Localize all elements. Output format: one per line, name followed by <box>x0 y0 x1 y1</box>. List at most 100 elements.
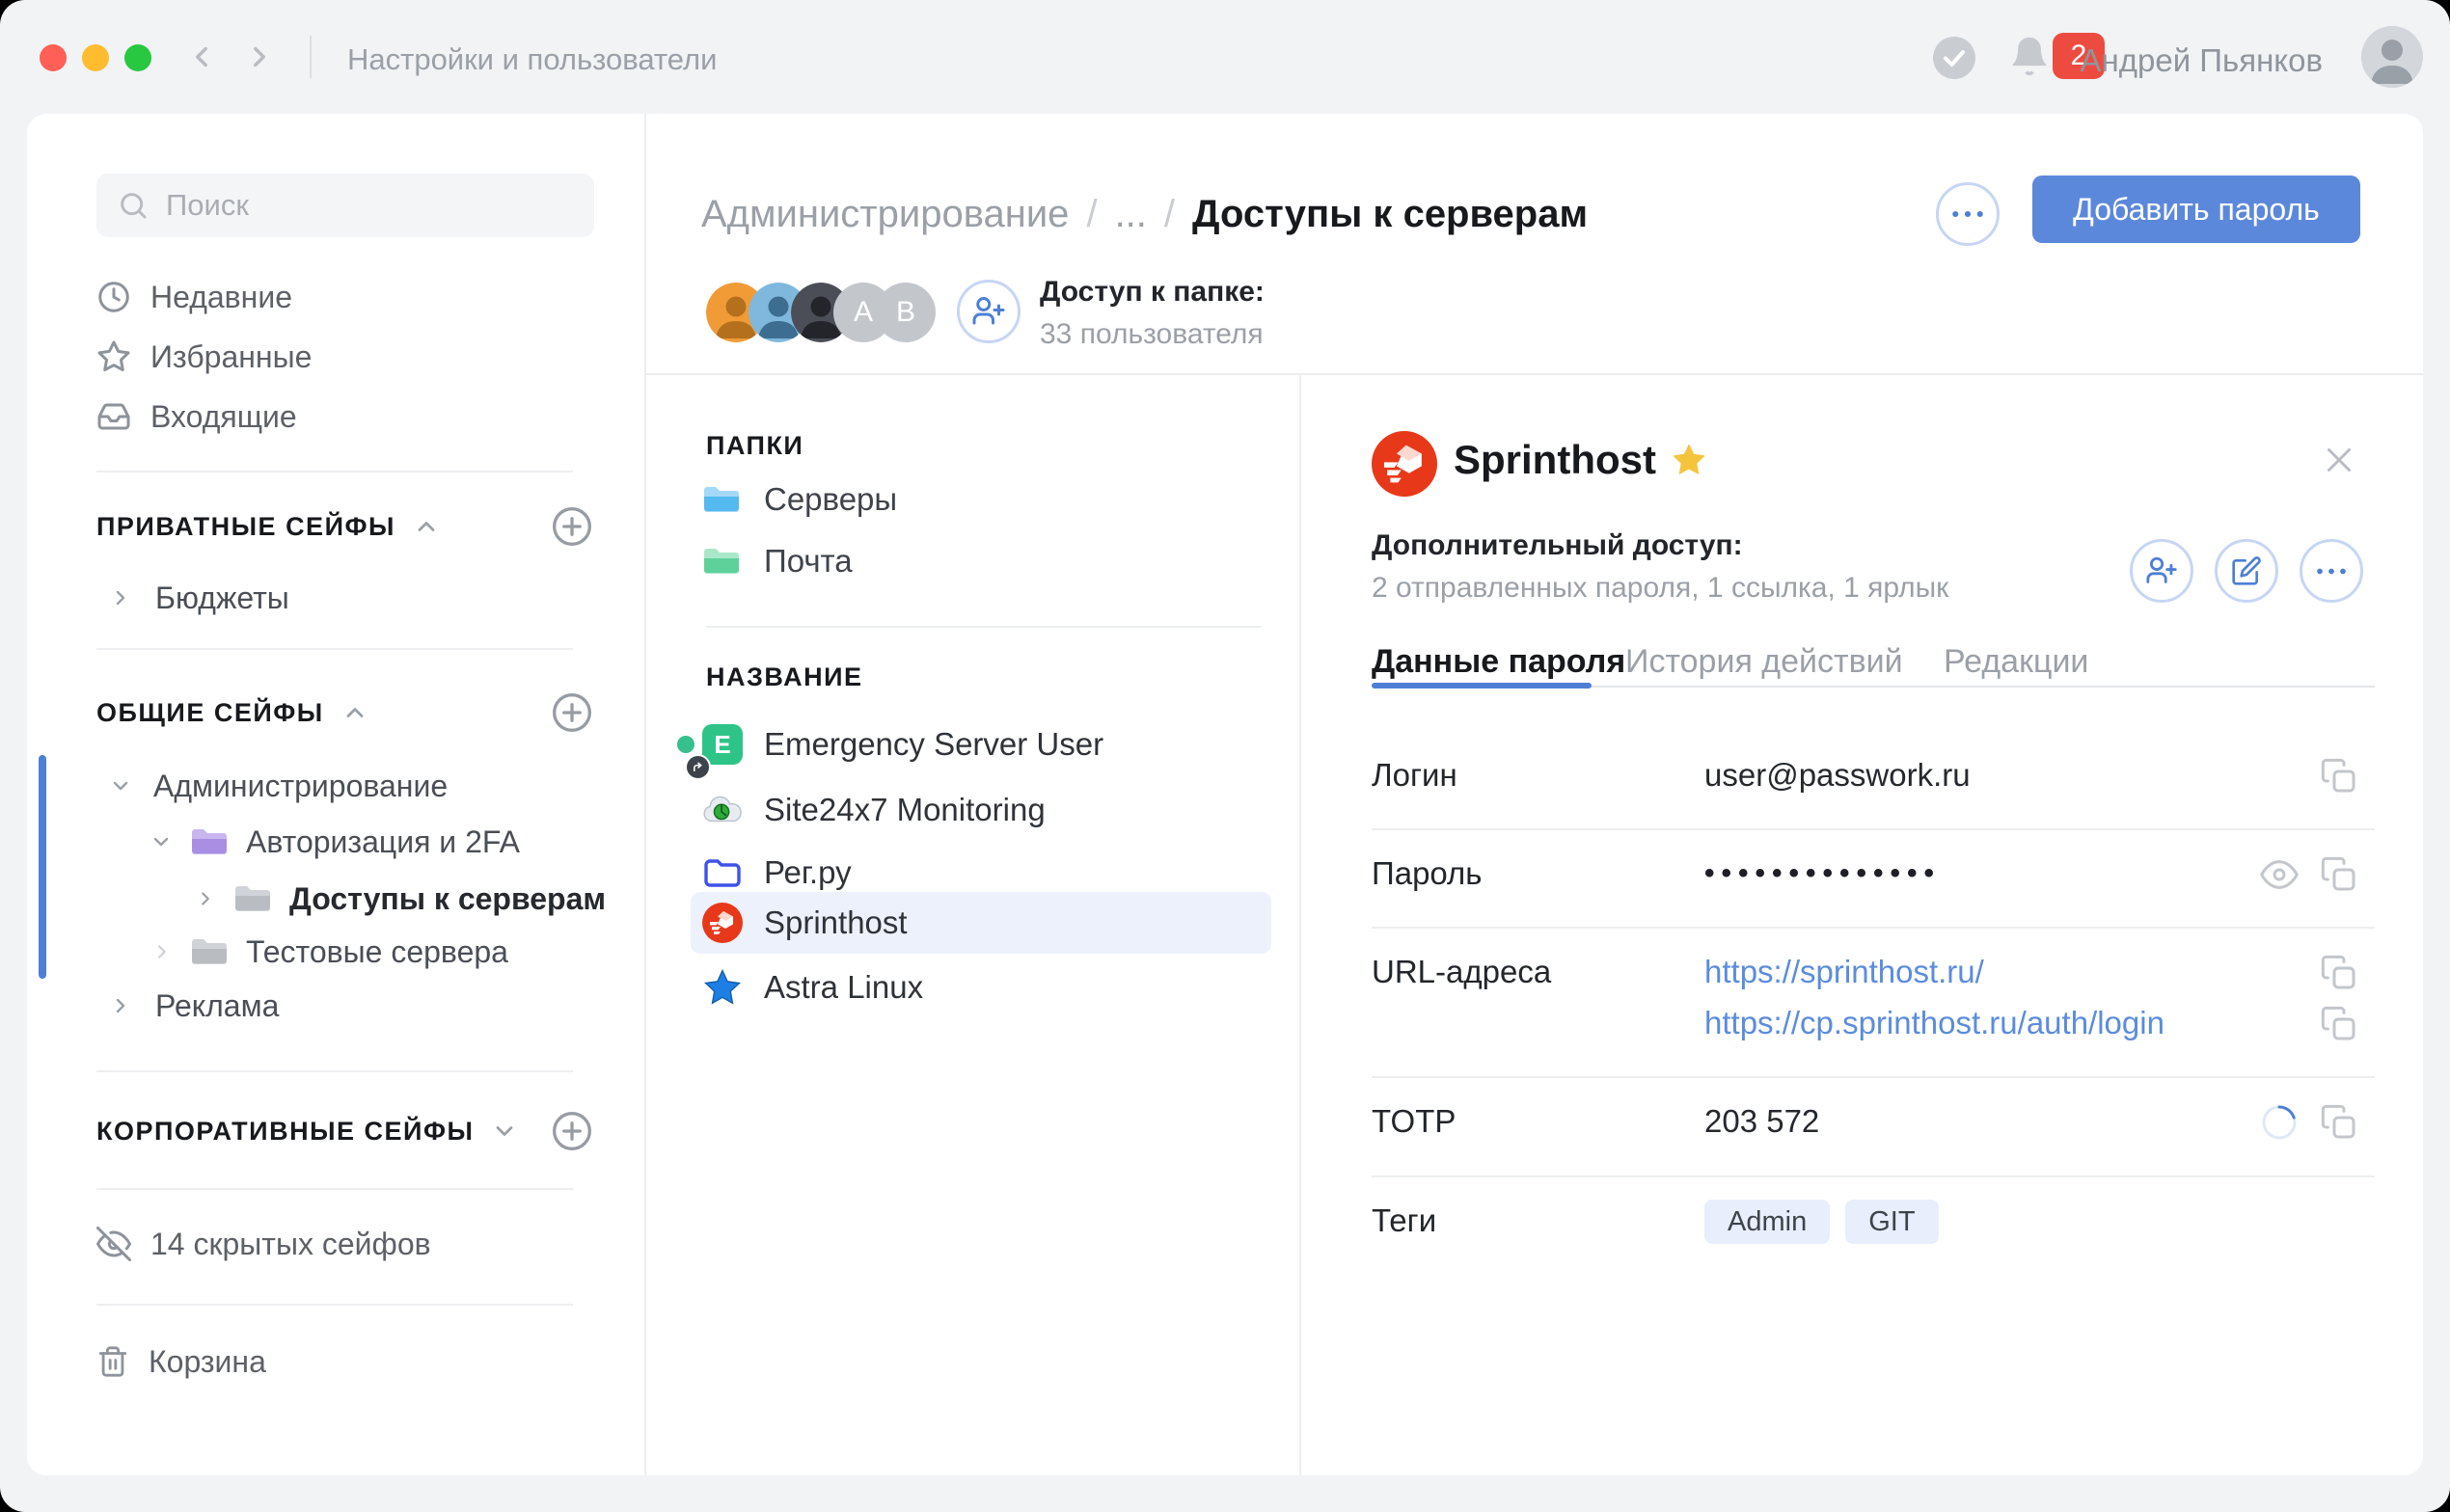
chevron-right-icon[interactable] <box>151 941 173 962</box>
sidebar-divider <box>96 1070 573 1072</box>
section-shared-vaults[interactable]: ОБЩИЕ СЕЙФЫ <box>96 689 368 736</box>
content-card: Недавние Избранные Входящие ПРИВАТНЫЕ СЕ… <box>27 114 2423 1475</box>
copy-icon[interactable] <box>2320 1005 2358 1043</box>
sidebar-vault-budgets[interactable]: Бюджеты <box>109 575 289 621</box>
chevron-up-icon[interactable] <box>341 699 368 726</box>
titlebar-divider <box>310 36 312 78</box>
avatar-letter-b: B <box>876 283 936 342</box>
sidebar-item-favorites[interactable]: Избранные <box>96 334 312 380</box>
section-private-vaults[interactable]: ПРИВАТНЫЕ СЕЙФЫ <box>96 503 440 550</box>
chevron-right-icon[interactable] <box>109 586 132 609</box>
url-link-2[interactable]: https://cp.sprinthost.ru/auth/login <box>1704 1005 2164 1041</box>
tree-folder-server-access[interactable]: Доступы к серверам <box>195 876 606 922</box>
breadcrumb-root[interactable]: Администрирование <box>701 193 1069 236</box>
breadcrumb-ellipsis[interactable]: ... <box>1115 193 1147 236</box>
urls-label: URL-адреса <box>1372 954 1551 990</box>
breadcrumb-separator: / <box>1086 193 1097 236</box>
folders-column: ПАПКИ Серверы Почта НАЗВАНИЕ E <box>646 375 1301 1475</box>
regru-folder-icon <box>702 852 743 893</box>
search-icon <box>118 190 149 221</box>
tab-password-data[interactable]: Данные пароля <box>1372 643 1625 681</box>
section-corporate-vaults[interactable]: КОРПОРАТИВНЫЕ СЕЙФЫ <box>96 1108 518 1154</box>
copy-icon[interactable] <box>2320 757 2358 796</box>
password-value-masked: •••••••••••••• <box>1704 857 1941 890</box>
chevron-down-icon[interactable] <box>150 830 173 853</box>
hidden-vaults-label: 14 скрытых сейфов <box>150 1227 431 1262</box>
vault-label: Реклама <box>155 988 279 1024</box>
sidebar-item-hidden-vaults[interactable]: 14 скрытых сейфов <box>96 1221 431 1267</box>
sidebar-divider <box>96 648 573 650</box>
add-corporate-vault-button[interactable] <box>551 1110 593 1152</box>
tag-git[interactable]: GIT <box>1845 1200 1938 1244</box>
folder-label: Тестовые сервера <box>246 934 508 970</box>
more-button[interactable] <box>2300 539 2363 603</box>
tab-history[interactable]: История действий <box>1625 643 1903 681</box>
copy-icon[interactable] <box>2320 855 2358 894</box>
nav-back-icon[interactable] <box>185 40 218 73</box>
item-name: Astra Linux <box>764 969 923 1006</box>
folder-icon-purple <box>190 826 229 857</box>
user-name: Андрей Пьянков <box>2081 42 2324 79</box>
chevron-down-icon[interactable] <box>491 1118 518 1145</box>
window-minimize-button[interactable] <box>82 44 109 71</box>
section-title: ОБЩИЕ СЕЙФЫ <box>96 698 324 728</box>
tree-folder-test-servers[interactable]: Тестовые сервера <box>151 929 508 975</box>
eye-off-icon <box>96 1227 131 1261</box>
copy-icon[interactable] <box>2320 954 2358 992</box>
window-zoom-button[interactable] <box>124 44 151 71</box>
eye-icon[interactable] <box>2260 855 2299 894</box>
tree-vault-ads[interactable]: Реклама <box>109 983 279 1029</box>
add-password-button[interactable]: Добавить пароль <box>2032 176 2360 243</box>
list-item-site24x7[interactable]: Site24x7 Monitoring <box>691 779 1271 841</box>
chevron-up-icon[interactable] <box>413 513 440 540</box>
titlebar: Настройки и пользователи 2 Андрей Пьянко… <box>0 0 2450 114</box>
search-box[interactable] <box>96 174 594 237</box>
tree-vault-administration[interactable]: Администрирование <box>109 763 448 809</box>
folder-icon-green <box>702 546 741 577</box>
tree-folder-2fa[interactable]: Авторизация и 2FA <box>150 819 520 865</box>
chevron-down-icon[interactable] <box>109 774 132 797</box>
folder-members-avatars[interactable]: A B <box>706 283 936 342</box>
list-item-sprinthost-selected[interactable]: Sprinthost <box>691 892 1271 954</box>
trash-label: Корзина <box>149 1344 266 1380</box>
field-divider <box>1372 1175 2375 1177</box>
add-private-vault-button[interactable] <box>551 505 593 548</box>
item-name: Site24x7 Monitoring <box>764 792 1046 828</box>
columns: ПАПКИ Серверы Почта НАЗВАНИЕ E <box>646 375 2423 1475</box>
favorite-star-icon[interactable] <box>1670 441 1708 479</box>
tag-admin[interactable]: Admin <box>1704 1200 1830 1244</box>
close-icon[interactable] <box>2322 443 2356 477</box>
list-item-astra[interactable]: Astra Linux <box>691 957 1271 1018</box>
chevron-right-icon[interactable] <box>109 994 132 1017</box>
sidebar-item-inbox[interactable]: Входящие <box>96 393 297 440</box>
url-link-1[interactable]: https://sprinthost.ru/ <box>1704 954 1984 990</box>
window-close-button[interactable] <box>40 44 67 71</box>
folder-more-button[interactable] <box>1936 182 2000 246</box>
copy-icon[interactable] <box>2320 1103 2358 1142</box>
status-check-icon[interactable] <box>1933 37 1975 79</box>
list-item-emergency[interactable]: E Emergency Server User <box>691 714 1271 775</box>
search-input[interactable] <box>164 187 573 224</box>
folder-row-servers[interactable]: Серверы <box>702 469 897 530</box>
add-shared-vault-button[interactable] <box>551 691 593 734</box>
sidebar-item-recent[interactable]: Недавние <box>96 274 292 320</box>
chevron-right-icon[interactable] <box>195 888 216 909</box>
folder-access-count: 33 пользователя <box>1040 318 1264 351</box>
sprinthost-logo-large <box>1372 431 1437 497</box>
user-avatar[interactable] <box>2361 26 2423 88</box>
share-user-button[interactable] <box>2130 539 2193 603</box>
cloud-monitor-icon <box>702 790 743 830</box>
bell-icon[interactable] <box>2008 35 2051 77</box>
invite-user-button[interactable] <box>957 280 1021 343</box>
sidebar-item-trash[interactable]: Корзина <box>96 1338 266 1385</box>
nav-forward-icon[interactable] <box>243 40 276 73</box>
breadcrumb: Администрирование / ... / Доступы к серв… <box>701 193 1588 236</box>
tab-revisions[interactable]: Редакции <box>1944 643 2088 681</box>
folder-row-mail[interactable]: Почта <box>702 530 853 592</box>
field-divider <box>1372 1076 2375 1078</box>
sprinthost-logo-icon <box>702 903 743 943</box>
folder-access-title: Доступ к папке: <box>1040 276 1265 309</box>
sidebar: Недавние Избранные Входящие ПРИВАТНЫЕ СЕ… <box>27 114 646 1475</box>
clock-icon <box>96 280 131 314</box>
edit-button[interactable] <box>2215 539 2278 603</box>
